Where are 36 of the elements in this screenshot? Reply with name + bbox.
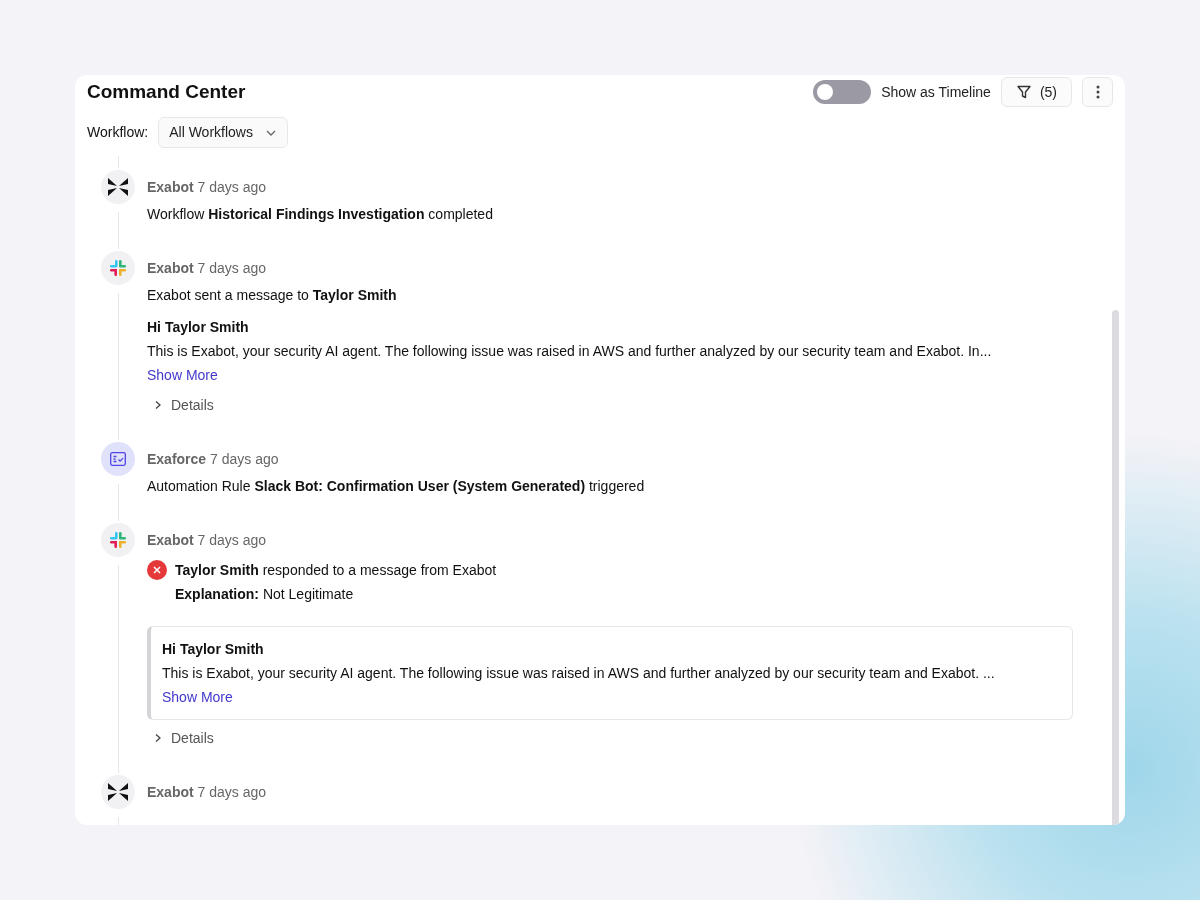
hash-logo-avatar xyxy=(101,523,135,557)
workflow-dropdown[interactable]: All Workflows xyxy=(158,117,288,148)
chevron-right-icon xyxy=(153,733,163,743)
workflow-label: Workflow: xyxy=(87,123,149,142)
filter-button[interactable]: (5) xyxy=(1000,77,1072,107)
explanation-text: Explanation: Not Legitimate xyxy=(175,585,355,604)
message-body: This is Exabot, your security AI agent. The following issue was raised in AWS and further analyzed by our security team and Exabot. In... xyxy=(147,342,993,361)
message-heading: Hi Taylor Smith xyxy=(147,318,250,337)
event-header: Exabot 7 days ago xyxy=(147,783,268,802)
details-toggle[interactable]: Details xyxy=(153,393,214,417)
bowtie-logo-avatar xyxy=(101,775,135,809)
details-toggle[interactable]: Details xyxy=(153,726,214,750)
chevron-right-icon xyxy=(153,400,163,410)
hash-logo-avatar xyxy=(101,251,135,285)
event-header: Exabot 7 days ago xyxy=(147,178,268,197)
event-header: Exaforce 7 days ago xyxy=(147,450,280,469)
panel-title: Command Center xyxy=(87,79,246,104)
timeline-toggle[interactable] xyxy=(813,80,872,104)
response-text: Taylor Smith responded to a message from Exabot xyxy=(175,561,497,580)
scrollbar-thumb[interactable] xyxy=(1112,310,1119,825)
show-more-link[interactable]: Show More xyxy=(147,363,218,387)
chevron-down-icon xyxy=(264,128,277,137)
event-summary: Automation Rule Slack Bot: Confirmation User (System Generated) triggered xyxy=(147,477,646,496)
more-options-button[interactable] xyxy=(1082,77,1113,107)
event-header: Exabot 7 days ago xyxy=(147,259,268,278)
message-heading: Hi Taylor Smith xyxy=(162,640,265,659)
show-more-link[interactable]: Show More xyxy=(162,685,233,709)
more-icon xyxy=(1095,85,1100,99)
checklist-avatar xyxy=(101,442,135,476)
filter-icon xyxy=(1015,84,1032,100)
event-summary: Workflow Historical Findings Investigation completed xyxy=(147,205,494,224)
toggle-label: Show as Timeline xyxy=(881,82,991,102)
message-body: This is Exabot, your security AI agent. The following issue was raised in AWS and further analyzed by our security team and Exabot. ... xyxy=(162,664,996,683)
event-summary: Exabot sent a message to Taylor Smith xyxy=(147,286,398,305)
event-header: Exabot 7 days ago xyxy=(147,531,268,550)
bowtie-logo-avatar xyxy=(101,170,135,204)
